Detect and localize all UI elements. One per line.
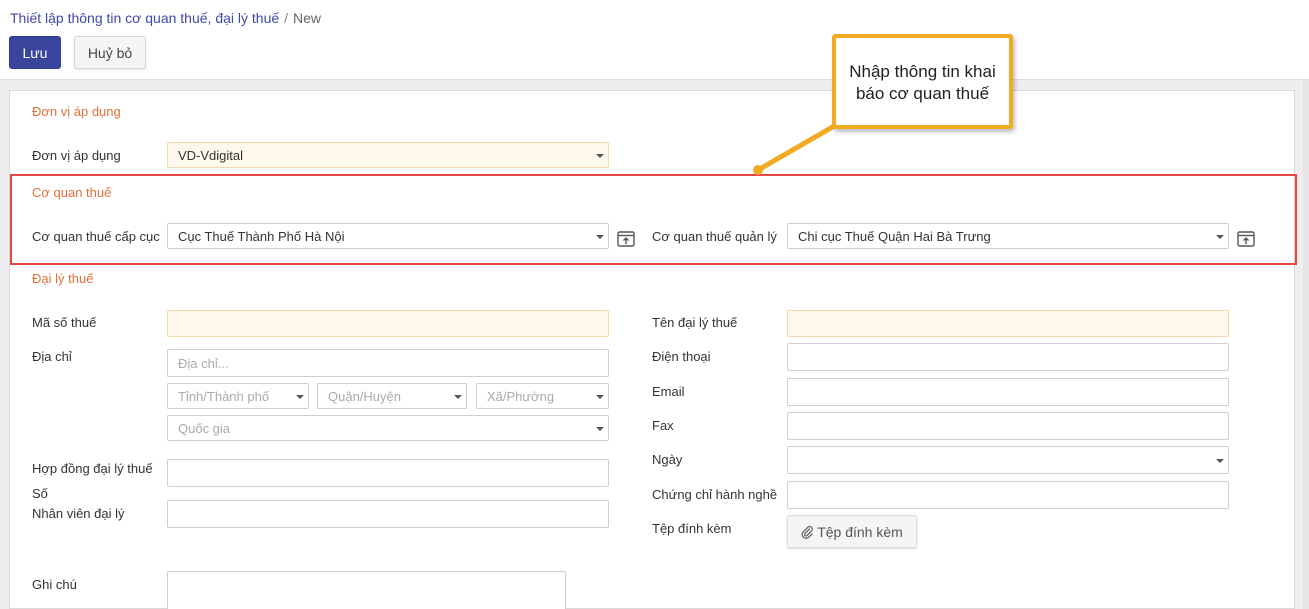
country-placeholder: Quốc gia (178, 420, 231, 436)
breadcrumb: Thiết lập thông tin cơ quan thuế, đại lý… (10, 10, 321, 26)
contract-number-input[interactable] (167, 459, 609, 487)
cancel-button[interactable]: Huỷ bỏ (74, 36, 146, 69)
phone-label: Điện thoại (652, 349, 711, 364)
note-label: Ghi chú (32, 577, 77, 592)
control-panel: Thiết lập thông tin cơ quan thuế, đại lý… (0, 0, 1309, 80)
chevron-down-icon (596, 395, 604, 399)
note-textarea[interactable] (167, 571, 566, 609)
phone-input[interactable] (787, 343, 1229, 371)
breadcrumb-parent-link[interactable]: Thiết lập thông tin cơ quan thuế, đại lý… (10, 10, 279, 26)
province-select[interactable]: Tỉnh/Thành phố (167, 383, 309, 409)
contract-label: Hợp đồng đại lý thuế Số (32, 460, 153, 503)
callout-line2: báo cơ quan thuế (855, 84, 990, 103)
province-placeholder: Tỉnh/Thành phố (178, 388, 270, 404)
section-title-agent: Đại lý thuế (32, 271, 94, 286)
tax-office-highlight-box (10, 174, 1297, 265)
ward-select[interactable]: Xã/Phường (476, 383, 609, 409)
breadcrumb-separator: / (284, 10, 289, 26)
attachment-button[interactable]: Tệp đính kèm (787, 515, 917, 548)
callout-line1: Nhập thông tin khai (849, 62, 996, 81)
staff-label: Nhân viên đại lý (32, 506, 125, 521)
unit-select[interactable]: VD-Vdigital (167, 142, 609, 168)
annotation-callout: Nhập thông tin khai báo cơ quan thuế (832, 34, 1013, 129)
attachment-button-label: Tệp đính kèm (817, 523, 903, 540)
contract-label-line1: Hợp đồng đại lý thuế (32, 461, 153, 476)
chevron-down-icon (596, 154, 604, 158)
attachment-label: Tệp đính kèm (652, 521, 732, 536)
email-input[interactable] (787, 378, 1229, 406)
unit-select-value: VD-Vdigital (178, 147, 244, 163)
certificate-input[interactable] (787, 481, 1229, 509)
scrollbar[interactable] (1303, 80, 1309, 609)
chevron-down-icon (1216, 459, 1224, 463)
certificate-label: Chứng chỉ hành nghề (652, 487, 778, 502)
chevron-down-icon (454, 395, 462, 399)
staff-input[interactable] (167, 500, 609, 528)
date-input[interactable] (787, 446, 1229, 474)
chevron-down-icon (596, 427, 604, 431)
contract-label-line2: Số (32, 486, 48, 501)
tax-code-label: Mã số thuế (32, 315, 97, 330)
unit-label: Đơn vị áp dụng (32, 148, 121, 163)
section-title-unit: Đơn vị áp dụng (32, 104, 121, 119)
save-button[interactable]: Lưu (9, 36, 61, 69)
date-label: Ngày (652, 452, 683, 467)
chevron-down-icon (296, 395, 304, 399)
address-label: Địa chỉ (32, 349, 72, 364)
district-placeholder: Quận/Huyện (328, 388, 401, 404)
address-placeholder: Địa chỉ... (178, 355, 229, 371)
fax-input[interactable] (787, 412, 1229, 440)
email-label: Email (652, 384, 685, 399)
ward-placeholder: Xã/Phường (487, 388, 555, 404)
country-select[interactable]: Quốc gia (167, 415, 609, 441)
agent-name-input[interactable] (787, 310, 1229, 337)
tax-code-input[interactable] (167, 310, 609, 337)
district-select[interactable]: Quận/Huyện (317, 383, 467, 409)
breadcrumb-current: New (293, 10, 322, 26)
paperclip-icon (801, 525, 814, 539)
agent-name-label: Tên đại lý thuế (652, 315, 738, 330)
fax-label: Fax (652, 418, 674, 433)
address-input[interactable]: Địa chỉ... (167, 349, 609, 377)
